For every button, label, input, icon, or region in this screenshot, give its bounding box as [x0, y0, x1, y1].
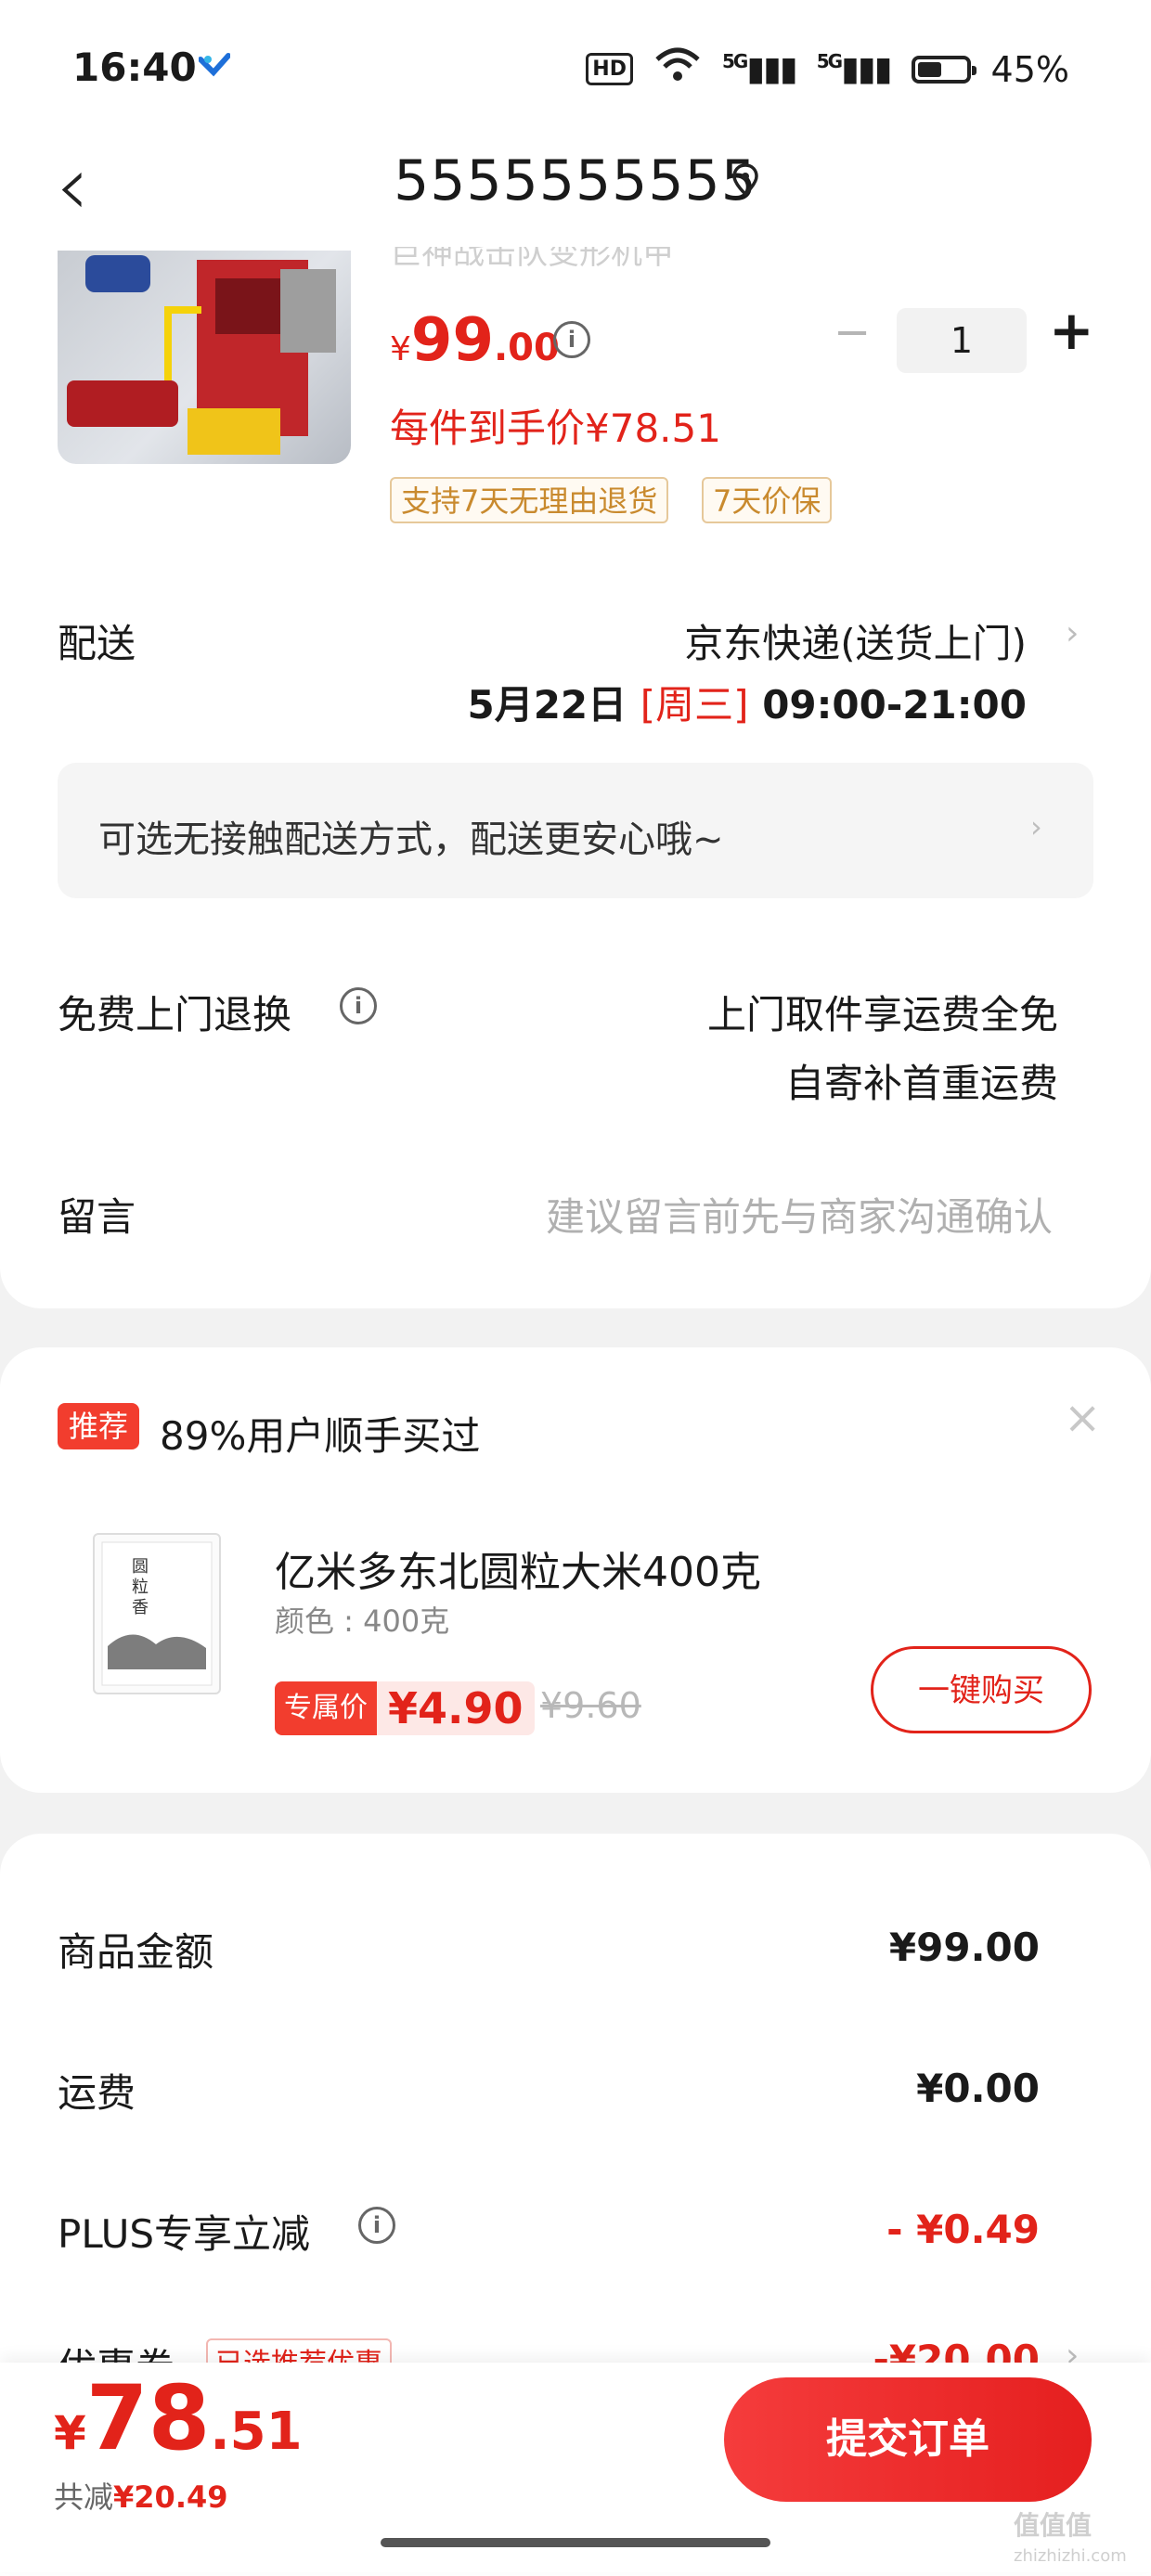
return-info-icon[interactable]: i: [340, 987, 377, 1024]
delivery-chevron-icon[interactable]: ›: [1066, 614, 1079, 652]
contactless-notice-text: 可选无接触配送方式，配送更安心哦~: [98, 818, 724, 861]
quantity-plus-button[interactable]: +: [1049, 299, 1094, 362]
goods-amount-label: 商品金额: [58, 1929, 214, 1975]
return-line-2: 自寄补首重运费: [784, 1061, 1058, 1106]
notice-chevron-icon[interactable]: ›: [1030, 809, 1042, 844]
wifi-icon: [653, 46, 702, 92]
return-service-label: 免费上门退换: [58, 992, 292, 1037]
tag-price-protect: 7天价保: [702, 477, 833, 523]
return-line-1: 上门取件享运费全免: [706, 992, 1058, 1037]
message-input[interactable]: 建议留言前先与商家沟通确认: [546, 1186, 1053, 1243]
rice-title[interactable]: 亿米多东北圆粒大米400克: [275, 1539, 761, 1598]
rice-spec: 颜色 : 400克: [275, 1604, 450, 1639]
product-price: ¥99.00: [390, 306, 560, 375]
tag-7day-return: 支持7天无理由退货: [390, 477, 669, 523]
per-item-price: 每件到手价¥78.51: [390, 406, 721, 451]
exclusive-price: 专属价 ¥4.90: [275, 1681, 535, 1735]
watermark-url: zhizhizhi.com: [1014, 2546, 1127, 2566]
total-saved: 共减¥20.49: [54, 2479, 228, 2515]
plus-discount-value: - ¥0.49: [886, 2207, 1040, 2252]
home-indicator[interactable]: [381, 2538, 770, 2547]
shipping-label: 运费: [58, 2070, 136, 2116]
battery-percent: 45%: [990, 48, 1069, 90]
goods-amount-value: ¥99.00: [888, 1925, 1040, 1970]
svg-text:圆: 圆: [132, 1557, 149, 1577]
original-price: ¥9.60: [540, 1685, 641, 1726]
quantity-input[interactable]: 1: [897, 308, 1027, 373]
battery-icon: [911, 55, 976, 84]
hd-icon: HD: [586, 53, 633, 85]
signal-5g-icon-2: 5G▮▮▮: [816, 50, 893, 88]
price-info-icon[interactable]: i: [553, 321, 590, 358]
svg-text:香: 香: [132, 1598, 149, 1617]
watermark-logo: 值值值: [1014, 2510, 1093, 2541]
plus-info-icon[interactable]: i: [358, 2207, 395, 2244]
signal-5g-icon: 5G▮▮▮: [721, 50, 798, 88]
rice-product-image[interactable]: 圆 粒 香: [93, 1533, 221, 1694]
app-notification-icon: [198, 52, 231, 80]
delivery-label: 配送: [58, 621, 136, 666]
shipping-value: ¥0.00: [916, 2066, 1040, 2111]
product-image[interactable]: [58, 251, 351, 464]
total-price: ¥78.51: [54, 2366, 303, 2470]
location-pin-icon[interactable]: [731, 163, 759, 197]
exclusive-price-label: 专属价: [275, 1681, 377, 1735]
recommend-close-icon[interactable]: ×: [1064, 1392, 1101, 1444]
exclusive-price-value: ¥4.90: [377, 1681, 535, 1735]
status-icons: HD 5G▮▮▮ 5G▮▮▮ 45%: [586, 46, 1069, 92]
product-title-cut: 巨神战击队变形机甲: [390, 247, 674, 272]
one-click-buy-button[interactable]: 一键购买: [871, 1646, 1092, 1733]
recommend-headline: 89%用户顺手买过: [160, 1413, 481, 1459]
submit-order-button[interactable]: 提交订单: [724, 2377, 1092, 2502]
status-time: 16:40: [72, 45, 197, 90]
recommend-badge: 推荐: [58, 1403, 140, 1449]
page-title: 5555555555: [394, 148, 757, 213]
quantity-minus-button[interactable]: −: [834, 306, 871, 358]
delivery-method[interactable]: 京东快递(送货上门): [684, 612, 1027, 669]
message-label: 留言: [58, 1194, 136, 1240]
plus-discount-label: PLUS专享立减: [58, 2211, 311, 2257]
delivery-time[interactable]: 5月22日 [周三] 09:00-21:00: [467, 674, 1027, 730]
svg-text:粒: 粒: [132, 1578, 149, 1597]
